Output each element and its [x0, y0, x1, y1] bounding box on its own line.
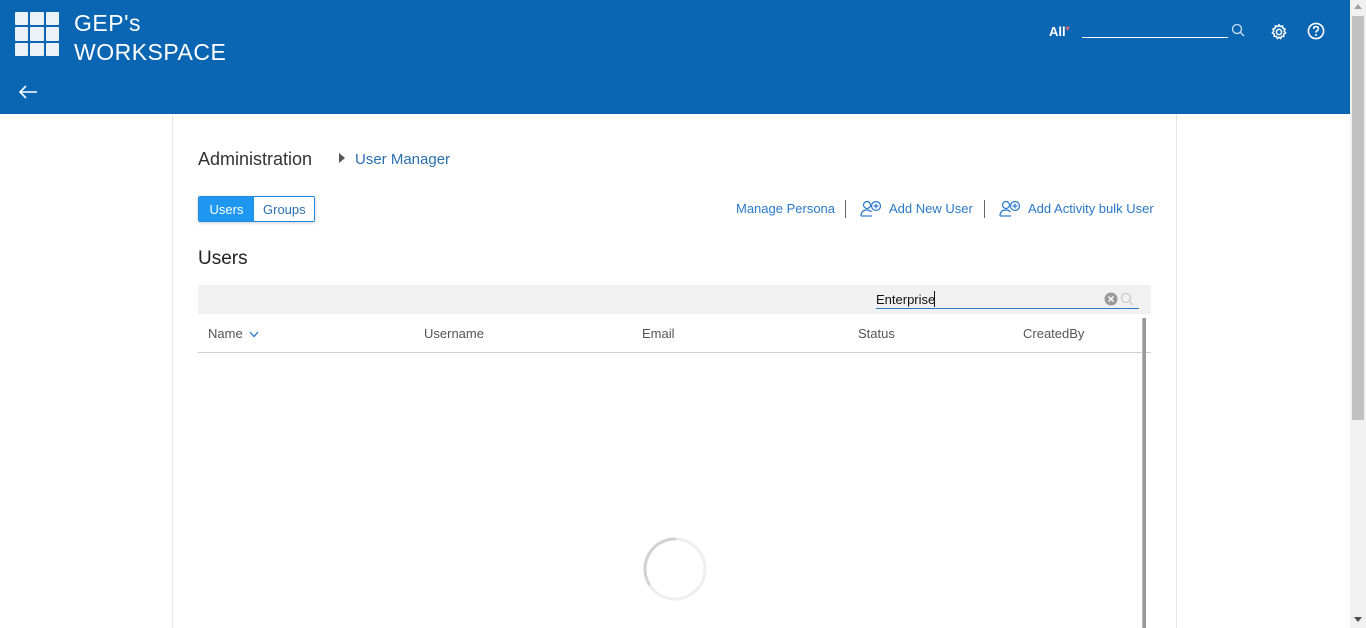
- brand-line-2: WORKSPACE: [74, 39, 227, 65]
- chevron-down-icon[interactable]: [249, 331, 259, 338]
- column-header-name[interactable]: Name: [208, 326, 243, 341]
- search-icon[interactable]: [1120, 292, 1134, 306]
- search-scope-dropdown[interactable]: All▾: [1049, 24, 1070, 39]
- user-filter-input[interactable]: [876, 290, 1139, 309]
- grid-logo-icon[interactable]: [15, 12, 59, 56]
- top-header: GEP's WORKSPACE All▾: [0, 0, 1350, 114]
- text-cursor: [934, 291, 935, 307]
- add-user-icon[interactable]: [860, 200, 882, 217]
- add-new-user-link[interactable]: Add New User: [889, 201, 973, 216]
- tab-groups[interactable]: Groups: [254, 197, 314, 221]
- breadcrumb-current: User Manager: [355, 151, 451, 168]
- column-header-status[interactable]: Status: [858, 326, 895, 341]
- column-header-username[interactable]: Username: [424, 326, 484, 341]
- tab-users[interactable]: Users: [199, 197, 254, 221]
- scrollbar-thumb[interactable]: [1352, 16, 1364, 420]
- scroll-up-icon[interactable]: [1354, 4, 1362, 9]
- back-arrow-icon[interactable]: [18, 84, 38, 100]
- spinner-icon: [643, 537, 707, 601]
- help-icon[interactable]: [1307, 22, 1325, 40]
- app-brand[interactable]: GEP's WORKSPACE: [74, 9, 226, 67]
- breadcrumb-root[interactable]: Administration: [198, 149, 312, 170]
- breadcrumb-separator-icon: [339, 153, 345, 163]
- scroll-down-icon[interactable]: [1354, 617, 1362, 622]
- add-bulk-user-link[interactable]: Add Activity bulk User: [1028, 201, 1154, 216]
- clear-icon[interactable]: [1104, 292, 1118, 306]
- search-scope-label: All: [1049, 24, 1066, 39]
- column-header-createdby[interactable]: CreatedBy: [1023, 326, 1084, 341]
- add-user-icon[interactable]: [999, 200, 1021, 217]
- manage-persona-link[interactable]: Manage Persona: [736, 201, 835, 216]
- table-scrollbar[interactable]: [1142, 318, 1146, 628]
- brand-line-1: GEP's: [74, 10, 141, 36]
- section-title: Users: [198, 248, 248, 269]
- global-search-input[interactable]: [1082, 22, 1228, 38]
- column-header-email[interactable]: Email: [642, 326, 675, 341]
- page-scrollbar[interactable]: [1350, 0, 1366, 628]
- caret-down-icon: ▾: [1065, 24, 1070, 33]
- users-groups-toggle: Users Groups: [198, 196, 315, 222]
- search-icon[interactable]: [1231, 23, 1245, 37]
- gear-icon[interactable]: [1270, 23, 1288, 41]
- action-divider: [845, 200, 846, 218]
- action-divider: [984, 200, 985, 218]
